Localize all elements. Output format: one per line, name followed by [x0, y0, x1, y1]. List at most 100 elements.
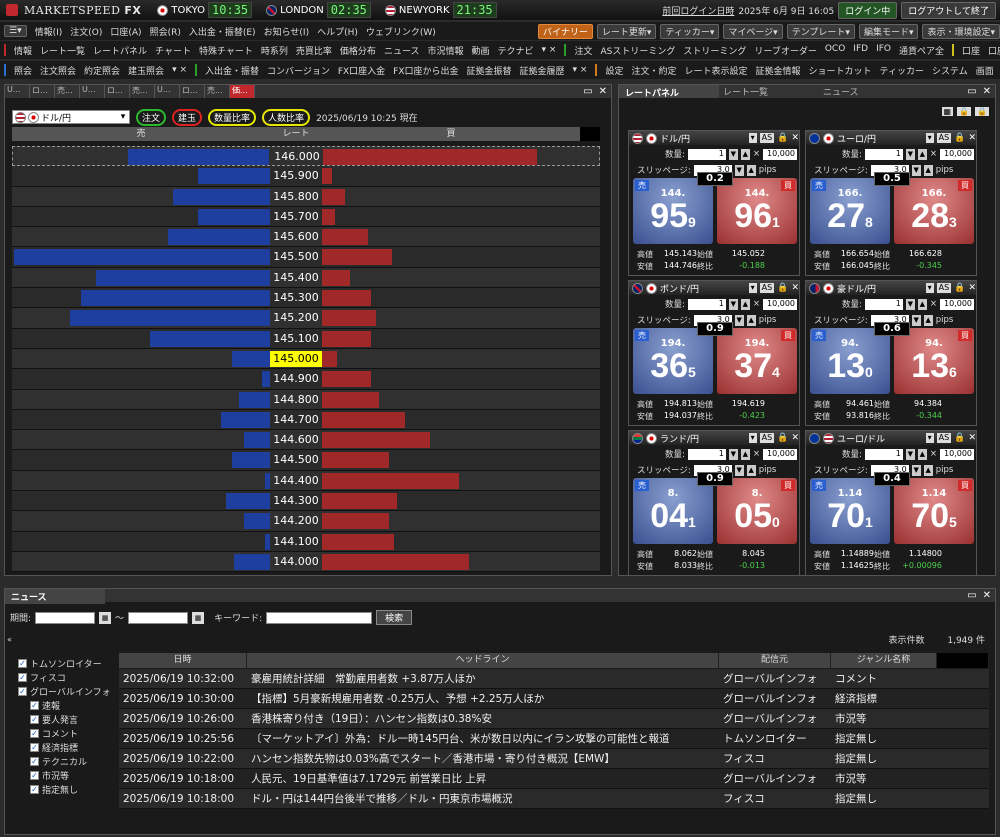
toolbar-settings-item-5[interactable]: システム: [932, 64, 968, 77]
tab-ratelist[interactable]: レート一覧: [719, 85, 819, 98]
sell-quote-button[interactable]: 売 8. 041: [633, 478, 713, 544]
lock-icon[interactable]: 🔒: [954, 433, 965, 443]
tree-item[interactable]: ✓ テクニカル: [18, 754, 111, 768]
toolbar-order-item-4[interactable]: IFD: [853, 44, 868, 57]
max-qty-value[interactable]: 10,000: [940, 148, 974, 160]
lock-icon[interactable]: 🔒: [954, 133, 965, 143]
menu-toggle-icon[interactable]: ☰▾: [4, 25, 27, 37]
checkbox-checked-icon[interactable]: ✓: [30, 756, 39, 766]
close-icon[interactable]: ✕: [968, 133, 976, 143]
orderbook-row[interactable]: 145.900: [12, 166, 600, 187]
orderbook-row[interactable]: 145.800: [12, 186, 600, 207]
volume-ratio-button[interactable]: 数量比率: [208, 108, 257, 126]
tree-item[interactable]: ✓ 市況等: [18, 768, 111, 782]
menu-right-4[interactable]: テンプレート▾: [786, 23, 855, 39]
toolbar-ref-item-1[interactable]: 約定照会: [84, 64, 120, 77]
toolbar-settings-item-1[interactable]: レート表示設定: [685, 64, 748, 77]
toolbar-account-item-0[interactable]: 口座情報: [988, 44, 1000, 57]
tab-ratepanel[interactable]: レートパネル: [619, 85, 719, 99]
menu-right-3[interactable]: マイページ▾: [723, 23, 783, 39]
orderbook-tab[interactable]: ロ...: [105, 85, 130, 98]
order-button[interactable]: 注文: [136, 108, 167, 126]
checkbox-checked-icon[interactable]: ✓: [30, 728, 39, 738]
toolbar-more-icon[interactable]: ▾ ×: [172, 65, 187, 75]
toolbar-order-item-2[interactable]: リーブオーダー: [754, 44, 816, 57]
calendar-icon[interactable]: ▦: [99, 611, 112, 624]
orderbook-row[interactable]: 145.400: [12, 267, 600, 289]
tree-item[interactable]: ✓ トムソンロイター: [18, 656, 111, 670]
menu-item-6[interactable]: ヘルプ(H): [317, 25, 358, 38]
lock-icon[interactable]: 🔒: [777, 433, 788, 443]
chevron-down-icon[interactable]: ▾: [748, 283, 757, 293]
sell-quote-button[interactable]: 売 194. 365: [633, 328, 713, 394]
menu-item-4[interactable]: 入出金・振替(E): [189, 25, 256, 38]
stepper-down-icon[interactable]: ▼: [905, 148, 915, 160]
news-row[interactable]: 2025/06/19 10:32:00 豪雇用統計詳細 常勤雇用者数 +3.87万…: [119, 669, 989, 689]
toolbar-info-item-5[interactable]: 売買比率: [296, 44, 332, 57]
position-button[interactable]: 建玉: [172, 108, 203, 126]
lock-icon[interactable]: 🔒: [777, 133, 788, 143]
tree-item[interactable]: ✓ 経済指標: [18, 740, 111, 754]
logout-button[interactable]: ログアウトして終了: [901, 2, 996, 19]
toolbar-info-item-3[interactable]: 特殊チャート: [199, 44, 253, 57]
buy-quote-button[interactable]: 買 94. 136: [894, 328, 974, 394]
orderbook-tab[interactable]: 価...: [230, 85, 255, 98]
toolbar-settings-item-3[interactable]: ショートカット: [809, 64, 872, 77]
toolbar-ref-item-0[interactable]: 注文照会: [40, 64, 76, 77]
search-button[interactable]: 検索: [376, 610, 413, 625]
stepper-up-icon[interactable]: ▲: [923, 164, 933, 176]
orderbook-row[interactable]: 144.700: [12, 409, 600, 431]
qty-input[interactable]: 1: [864, 148, 903, 160]
orderbook-row[interactable]: 144.600: [12, 430, 600, 451]
orderbook-row[interactable]: 144.200: [12, 511, 600, 532]
menu-right-2[interactable]: ティッカー▾: [660, 23, 720, 39]
toolbar-info-item-6[interactable]: 価格分布: [340, 44, 376, 57]
stepper-down-icon[interactable]: ▼: [734, 164, 744, 176]
orderbook-tab[interactable]: U...: [5, 85, 30, 98]
period-start-input[interactable]: [35, 611, 96, 624]
news-row[interactable]: 2025/06/19 10:25:56 〔マーケットアイ〕外為：ドル一時145円台…: [119, 729, 989, 749]
max-qty-value[interactable]: 10,000: [763, 148, 797, 160]
close-icon[interactable]: ✕: [791, 283, 799, 293]
toolbar-info-item-4[interactable]: 時系列: [261, 44, 288, 57]
qty-input[interactable]: 1: [687, 448, 726, 460]
news-row[interactable]: 2025/06/19 10:18:00 人民元、19日基準値は7.1729元 前営…: [119, 769, 989, 789]
tree-item[interactable]: ✓ 速報: [18, 698, 111, 712]
checkbox-checked-icon[interactable]: ✓: [30, 770, 39, 780]
stepper-down-icon[interactable]: ▼: [734, 314, 744, 326]
orderbook-row[interactable]: 144.300: [12, 491, 600, 512]
stepper-down-icon[interactable]: ▼: [728, 448, 738, 460]
toolbar-more-icon[interactable]: ▾ ×: [542, 45, 557, 55]
toolbar-info-item-10[interactable]: テクナビ: [498, 44, 534, 57]
orderbook-row[interactable]: 145.000: [12, 348, 600, 370]
toolbar-deposit-item-3[interactable]: 証拠金振替: [467, 64, 512, 77]
qty-input[interactable]: 1: [687, 298, 726, 310]
stepper-down-icon[interactable]: ▼: [911, 464, 921, 476]
toolbar-settings-item-6[interactable]: 画面: [976, 64, 994, 77]
toolbar-info-item-8[interactable]: 市況情報: [428, 44, 464, 57]
period-end-input[interactable]: [128, 611, 189, 624]
orderbook-row[interactable]: 144.900: [12, 369, 600, 390]
news-row[interactable]: 2025/06/19 10:18:00 ドル・円は144円台後半で推移／ドル・円東…: [119, 789, 989, 809]
as-toggle-button[interactable]: AS: [936, 133, 952, 143]
stepper-up-icon[interactable]: ▲: [923, 464, 933, 476]
stepper-down-icon[interactable]: ▼: [905, 448, 915, 460]
stepper-up-icon[interactable]: ▲: [740, 148, 750, 160]
stepper-up-icon[interactable]: ▲: [917, 148, 927, 160]
toolbar-info-item-2[interactable]: チャート: [155, 44, 191, 57]
stepper-up-icon[interactable]: ▲: [740, 448, 750, 460]
menu-item-2[interactable]: 口座(A): [110, 25, 141, 38]
menu-item-1[interactable]: 注文(O): [70, 25, 102, 38]
close-icon[interactable]: ✕: [968, 433, 976, 443]
orderbook-tab[interactable]: 売...: [55, 85, 80, 98]
toolbar-settings-item-2[interactable]: 証拠金情報: [756, 64, 801, 77]
lock-icon[interactable]: 🔒: [954, 283, 965, 293]
toolbar-settings-item-4[interactable]: ティッカー: [880, 64, 924, 77]
sell-quote-button[interactable]: 売 1.14 701: [810, 478, 890, 544]
as-toggle-button[interactable]: AS: [936, 283, 952, 293]
max-qty-value[interactable]: 10,000: [940, 448, 974, 460]
stepper-down-icon[interactable]: ▼: [905, 298, 915, 310]
stepper-down-icon[interactable]: ▼: [728, 148, 738, 160]
buy-quote-button[interactable]: 買 194. 374: [717, 328, 797, 394]
orderbook-tab[interactable]: 売...: [205, 85, 230, 98]
